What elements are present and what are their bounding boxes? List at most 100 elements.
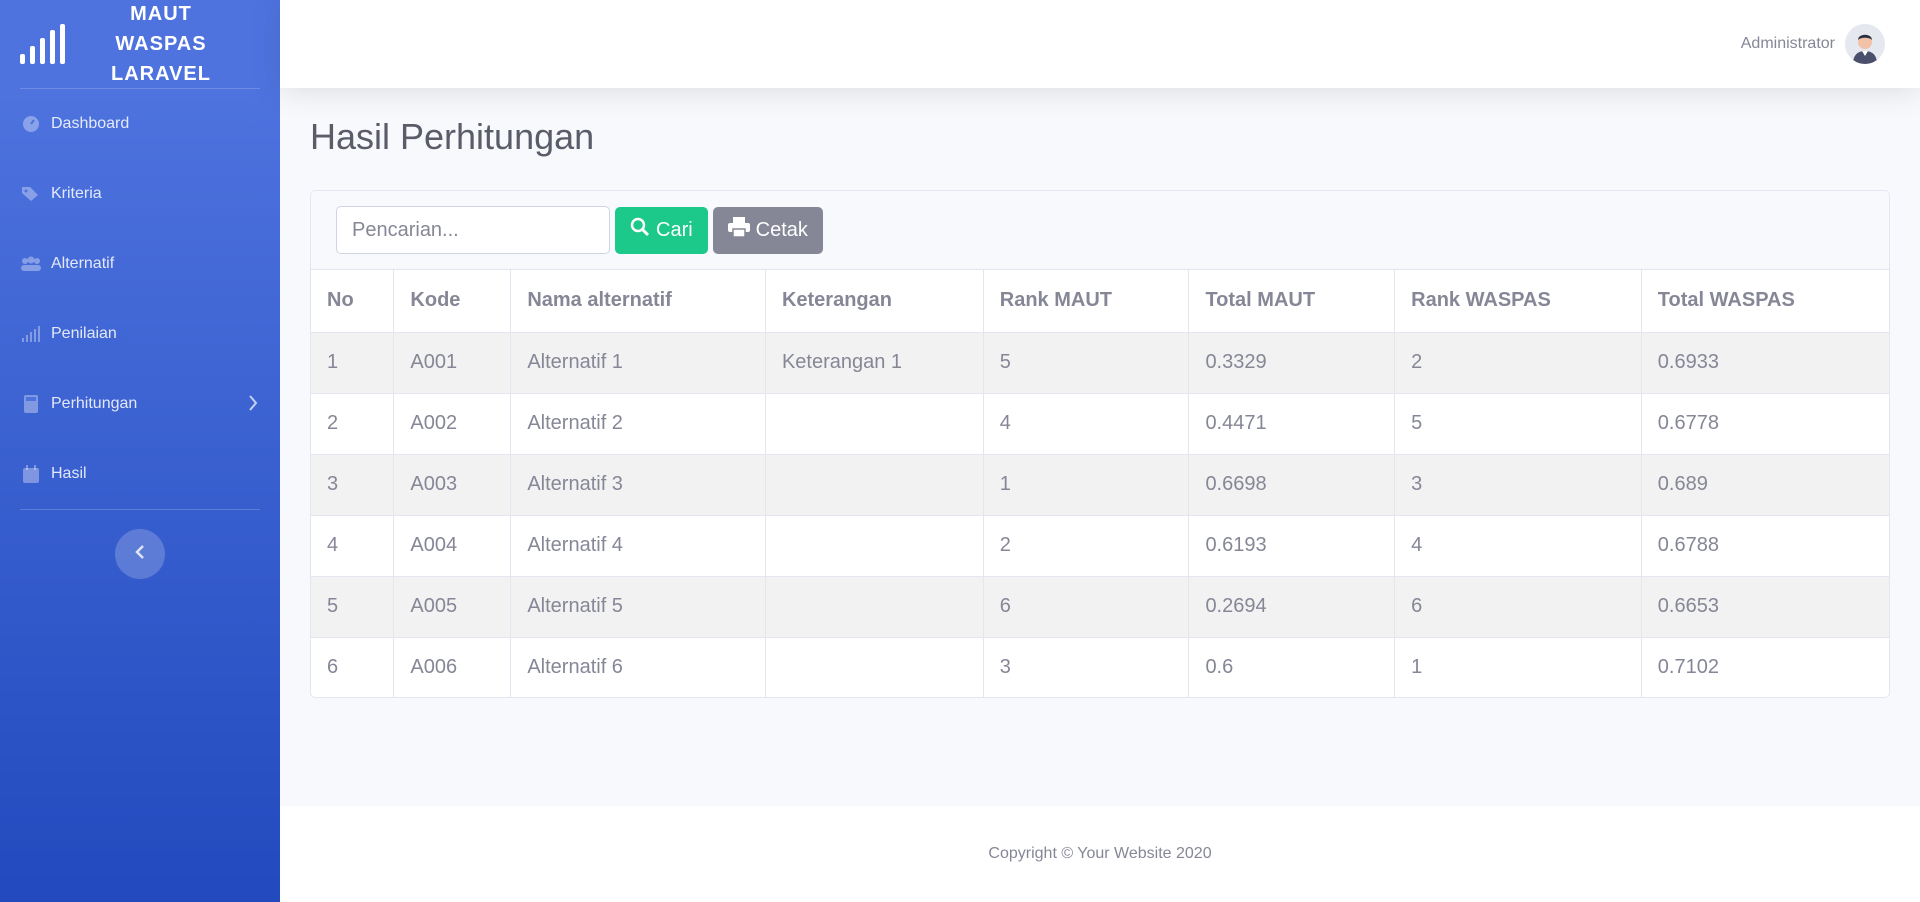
avatar (1845, 24, 1885, 64)
sidebar-item-label: Alternatif (51, 255, 115, 272)
print-button-label: Cetak (755, 218, 808, 241)
table-cell: Alternatif 2 (510, 393, 766, 455)
table-cell: A002 (393, 393, 512, 455)
column-header[interactable]: Keterangan (765, 270, 984, 333)
table-row: 6 A006 Alternatif 6 3 0.6 1 0.7102 (311, 637, 1889, 697)
column-header[interactable]: Total MAUT (1188, 270, 1396, 333)
table-cell: 3 (311, 454, 395, 516)
search-input[interactable] (336, 206, 610, 254)
search-button[interactable]: Cari (615, 206, 708, 254)
table-cell: 0.4471 (1188, 393, 1396, 455)
copyright-text: Copyright © Your Website 2020 (988, 845, 1212, 862)
calculator-icon (20, 395, 42, 413)
table-cell: 5 (311, 576, 395, 638)
table-cell: 0.6788 (1641, 515, 1889, 577)
sidebar-item-label: Hasil (51, 465, 87, 482)
table-header-row: No Kode Nama alternatif Keterangan Rank … (311, 270, 1889, 333)
table-cell: 6 (311, 637, 395, 697)
table-cell: 5 (1394, 393, 1642, 455)
table-cell: Alternatif 3 (510, 454, 766, 516)
table-cell: Alternatif 6 (510, 637, 766, 697)
table-cell: A006 (393, 637, 512, 697)
chevron-right-icon (248, 394, 258, 417)
table-cell: 0.2694 (1188, 576, 1396, 638)
sidebar-item-penilaian[interactable]: Penilaian (0, 299, 280, 369)
table-cell: 0.6698 (1188, 454, 1396, 516)
column-header[interactable]: Nama alternatif (510, 270, 766, 333)
table-cell: 0.6193 (1188, 515, 1396, 577)
brand-title: MAUT WASPAS LARAVEL (111, 3, 211, 85)
table-cell: 6 (983, 576, 1190, 638)
sidebar-item-alternatif[interactable]: Alternatif (0, 229, 280, 299)
table-cell: 3 (983, 637, 1190, 697)
users-icon (20, 256, 42, 272)
card-toolbar: Cari Cetak (311, 191, 1889, 270)
column-header[interactable]: Kode (393, 270, 512, 333)
print-button[interactable]: Cetak (712, 206, 823, 254)
footer: Copyright © Your Website 2020 (280, 806, 1920, 902)
table-cell: A004 (393, 515, 512, 577)
table-cell (765, 637, 984, 697)
topbar: Administrator (280, 0, 1920, 88)
sidebar-item-label: Kriteria (51, 185, 102, 202)
table-cell (765, 393, 984, 455)
table-cell: 0.6778 (1641, 393, 1889, 455)
sidebar-item-perhitungan[interactable]: Perhitungan (0, 369, 280, 439)
table-cell: 4 (983, 393, 1190, 455)
sidebar-item-label: Perhitungan (51, 395, 138, 412)
table-cell: 1 (311, 332, 395, 394)
table-row: 5 A005 Alternatif 5 6 0.2694 6 0.6653 (311, 576, 1889, 638)
table-cell: 0.7102 (1657, 656, 1719, 679)
table-cell: 6 (1394, 576, 1642, 638)
table-cell: 1 (1394, 637, 1642, 697)
table-cell: 2 (1394, 332, 1642, 394)
table-cell: Alternatif 5 (510, 576, 766, 638)
page-title: Hasil Perhitungan (310, 116, 595, 157)
chevron-left-icon (134, 543, 146, 566)
user-name: Administrator (1740, 35, 1835, 52)
user-menu[interactable]: Administrator (1741, 24, 1885, 64)
sidebar-item-label: Dashboard (51, 115, 130, 132)
signal-logo-icon (20, 24, 66, 64)
sidebar-item-dashboard[interactable]: Dashboard (0, 89, 280, 159)
table-cell: 4 (1394, 515, 1642, 577)
calendar-icon (20, 465, 42, 483)
results-card: Cari Cetak No Kode Nama alternatif Keter… (310, 190, 1890, 698)
table-cell: 0.6 (1188, 637, 1396, 697)
table-cell: A003 (393, 454, 512, 516)
table-cell: A001 (393, 332, 512, 394)
column-header[interactable]: Total WASPAS (1641, 270, 1889, 333)
results-table: No Kode Nama alternatif Keterangan Rank … (311, 270, 1889, 697)
sidebar-divider (20, 509, 260, 510)
search-icon (630, 217, 650, 243)
table-cell: 3 (1394, 454, 1642, 516)
table-cell: Alternatif 4 (510, 515, 766, 577)
table-cell: Alternatif 1 (510, 332, 766, 394)
table-cell: A005 (393, 576, 512, 638)
table-cell (765, 515, 984, 577)
table-cell: 0.3329 (1188, 332, 1396, 394)
table-cell: 2 (983, 515, 1190, 577)
print-icon (727, 217, 750, 243)
column-header[interactable]: Rank WASPAS (1394, 270, 1642, 333)
table-cell: 2 (311, 393, 395, 455)
table-row: 4 A004 Alternatif 4 2 0.6193 4 0.6788 (311, 515, 1889, 577)
table-cell: 4 (311, 515, 395, 577)
sidebar-item-hasil[interactable]: Hasil (0, 439, 280, 509)
signal-icon (20, 326, 42, 342)
column-header[interactable]: No (311, 270, 395, 333)
sidebar-toggle-button[interactable] (115, 529, 165, 579)
column-header[interactable]: Rank MAUT (983, 270, 1190, 333)
brand[interactable]: MAUT WASPAS LARAVEL (0, 0, 280, 88)
table-cell: 0.6933 (1641, 332, 1889, 394)
dashboard-icon (20, 115, 42, 133)
table-cell (765, 576, 984, 638)
sidebar-item-label: Penilaian (51, 325, 117, 342)
table-cell: 5 (983, 332, 1190, 394)
table-cell: 0.689 (1641, 454, 1889, 516)
table-row: 2 A002 Alternatif 2 4 0.4471 5 0.6778 (311, 393, 1889, 455)
table-row: 1 A001 Alternatif 1 Keterangan 1 5 0.332… (311, 332, 1889, 394)
table-cell: Keterangan 1 (765, 332, 984, 394)
table-row: 3 A003 Alternatif 3 1 0.6698 3 0.689 (311, 454, 1889, 516)
sidebar-item-kriteria[interactable]: Kriteria (0, 159, 280, 229)
